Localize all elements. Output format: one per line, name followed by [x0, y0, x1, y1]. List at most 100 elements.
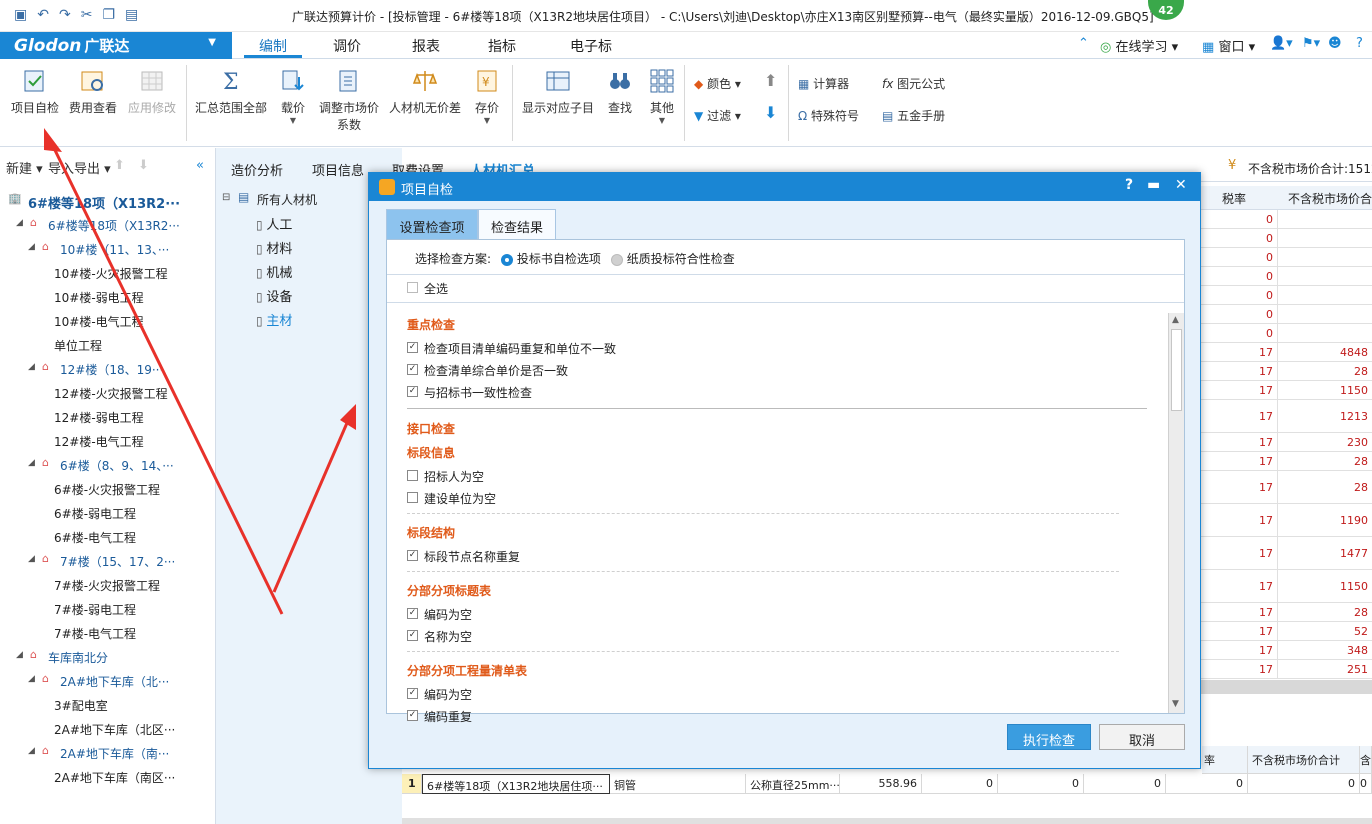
scroll-up-icon[interactable]: ▲: [1172, 315, 1179, 325]
project-check-button[interactable]: 项目自检: [10, 67, 60, 116]
checked-checkbox[interactable]: ✓: [407, 710, 418, 721]
tax-rate-cell[interactable]: 0: [1200, 248, 1278, 266]
material-category-item[interactable]: ▯ 机械: [256, 262, 292, 281]
tree-node[interactable]: ◢ ⌂ 2A#地下车库（北···: [0, 670, 214, 692]
tab-adjust[interactable]: 调价: [322, 36, 372, 58]
table-row[interactable]: 17 28: [1200, 362, 1372, 381]
bottom-scrollbar[interactable]: [402, 818, 1372, 824]
bottom-row-value[interactable]: 558.96: [840, 774, 922, 794]
checked-checkbox[interactable]: ✓: [407, 608, 418, 619]
checked-checkbox[interactable]: ✓: [407, 386, 418, 397]
market-price-cell[interactable]: 1213: [1278, 400, 1372, 432]
undo-icon[interactable]: ↶: [37, 7, 49, 23]
grid-scrollbar[interactable]: [1200, 680, 1372, 694]
checked-checkbox[interactable]: ✓: [407, 630, 418, 641]
expand-icon[interactable]: ◢: [28, 362, 35, 372]
tab-check-results[interactable]: 检查结果: [478, 209, 556, 239]
bottom-row-cell[interactable]: 0: [998, 774, 1084, 794]
material-category-item[interactable]: ▯ 人工: [256, 214, 292, 233]
tree-node[interactable]: ◢ ⌂ 2A#地下车库（南···: [0, 742, 214, 764]
flag-icon[interactable]: ⚑▾: [1302, 36, 1320, 51]
tree-node[interactable]: 10#楼-弱电工程: [0, 286, 214, 308]
color-button[interactable]: ◆ 颜色 ▾: [694, 75, 741, 92]
market-price-cell[interactable]: [1278, 267, 1372, 285]
tax-rate-cell[interactable]: 17: [1200, 641, 1278, 659]
table-row[interactable]: 0: [1200, 267, 1372, 286]
tree-node[interactable]: 2A#地下车库（南区···: [0, 766, 214, 788]
tax-rate-cell[interactable]: 17: [1200, 471, 1278, 503]
material-category-item[interactable]: ▯ 主材: [256, 310, 292, 329]
bottom-row-name[interactable]: 铜管: [610, 774, 746, 794]
cancel-button[interactable]: 取消: [1099, 724, 1185, 750]
bottom-row-cell[interactable]: 0: [1166, 774, 1248, 794]
scheme-radio-1[interactable]: 投标书自检选项: [500, 252, 601, 266]
table-row[interactable]: 0: [1200, 248, 1372, 267]
save-price-button[interactable]: ¥ 存价 ▼: [470, 67, 504, 125]
material-category-item[interactable]: ▯ 材料: [256, 238, 292, 257]
unchecked-checkbox[interactable]: [407, 470, 418, 481]
tree-node[interactable]: 6#楼-弱电工程: [0, 502, 214, 524]
cut-icon[interactable]: ✂: [81, 7, 93, 23]
market-price-cell[interactable]: [1278, 248, 1372, 266]
tax-rate-cell[interactable]: 0: [1200, 286, 1278, 304]
scroll-down-icon[interactable]: ▼: [1172, 699, 1179, 709]
calculator-button[interactable]: ▦ 计算器: [798, 75, 849, 92]
save-icon[interactable]: ▣: [14, 7, 27, 23]
market-price-cell[interactable]: 28: [1278, 603, 1372, 621]
move-down-icon[interactable]: ⬇: [764, 103, 777, 122]
table-row[interactable]: 17 1213: [1200, 400, 1372, 433]
market-price-cell[interactable]: 1150: [1278, 381, 1372, 399]
online-learning[interactable]: ◎ 在线学习 ▾: [1100, 36, 1178, 55]
assistant-icon[interactable]: ☻: [1328, 36, 1342, 51]
adjust-market-button[interactable]: 调整市场价 系数: [316, 67, 382, 133]
paste-icon[interactable]: ▤: [125, 7, 138, 23]
table-row[interactable]: 17 251: [1200, 660, 1372, 679]
table-row[interactable]: 17 348: [1200, 641, 1372, 660]
tree-node[interactable]: ◢ ⌂ 车库南北分: [0, 646, 214, 668]
table-row[interactable]: 0: [1200, 229, 1372, 248]
unchecked-checkbox[interactable]: [407, 492, 418, 503]
table-row[interactable]: 17 28: [1200, 471, 1372, 504]
checked-checkbox[interactable]: ✓: [407, 364, 418, 375]
tree-node[interactable]: ◢ ⌂ 7#楼（15、17、2···: [0, 550, 214, 572]
tax-rate-cell[interactable]: 0: [1200, 210, 1278, 228]
expand-icon[interactable]: ◢: [28, 242, 35, 252]
tree-node[interactable]: 3#配电室: [0, 694, 214, 716]
tree-node[interactable]: ◢ ⌂ 6#楼（8、9、14、···: [0, 454, 214, 476]
copy-icon[interactable]: ❐: [102, 7, 115, 23]
table-row[interactable]: 17 4848: [1200, 343, 1372, 362]
table-row[interactable]: 0: [1200, 324, 1372, 343]
tax-rate-cell[interactable]: 0: [1200, 305, 1278, 323]
bottom-row-project[interactable]: 6#楼等18项（X13R2地块居住项···: [422, 774, 610, 794]
table-row[interactable]: 0: [1200, 286, 1372, 305]
tree-node[interactable]: 10#楼-电气工程: [0, 310, 214, 332]
table-row[interactable]: 17 28: [1200, 603, 1372, 622]
tab-e-bid[interactable]: 电子标: [556, 36, 626, 58]
hardware-button[interactable]: ▤ 五金手册: [882, 107, 945, 124]
move-up-icon[interactable]: ⬆: [764, 71, 777, 90]
material-root[interactable]: 所有人材机: [257, 191, 317, 208]
tab-report[interactable]: 报表: [398, 36, 454, 58]
tree-node[interactable]: ◢ ⌂ 12#楼（18、19···: [0, 358, 214, 380]
tab-check-settings[interactable]: 设置检查项: [386, 209, 478, 239]
load-price-button[interactable]: 载价 ▼: [276, 67, 310, 125]
market-price-cell[interactable]: [1278, 210, 1372, 228]
market-price-cell[interactable]: 251: [1278, 660, 1372, 678]
tax-rate-cell[interactable]: 17: [1200, 570, 1278, 602]
select-all-checkbox[interactable]: [407, 282, 418, 293]
fee-view-button[interactable]: 费用查看: [68, 67, 118, 116]
table-row[interactable]: 17 1190: [1200, 504, 1372, 537]
market-price-cell[interactable]: [1278, 229, 1372, 247]
new-button[interactable]: 新建 ▾: [6, 158, 43, 177]
tax-rate-cell[interactable]: 17: [1200, 381, 1278, 399]
find-button[interactable]: 查找: [604, 67, 636, 116]
table-row[interactable]: 17 1477: [1200, 537, 1372, 570]
checked-checkbox[interactable]: ✓: [407, 688, 418, 699]
tree-node[interactable]: 10#楼-火灾报警工程: [0, 262, 214, 284]
table-row[interactable]: 17 1150: [1200, 570, 1372, 603]
window-menu[interactable]: ▦ 窗口 ▾: [1202, 36, 1255, 55]
expand-icon[interactable]: ◢: [16, 650, 23, 660]
collapse-toggle-icon[interactable]: ⊟: [222, 192, 230, 203]
expand-icon[interactable]: ◢: [28, 746, 35, 756]
table-row[interactable]: 17 1150: [1200, 381, 1372, 400]
